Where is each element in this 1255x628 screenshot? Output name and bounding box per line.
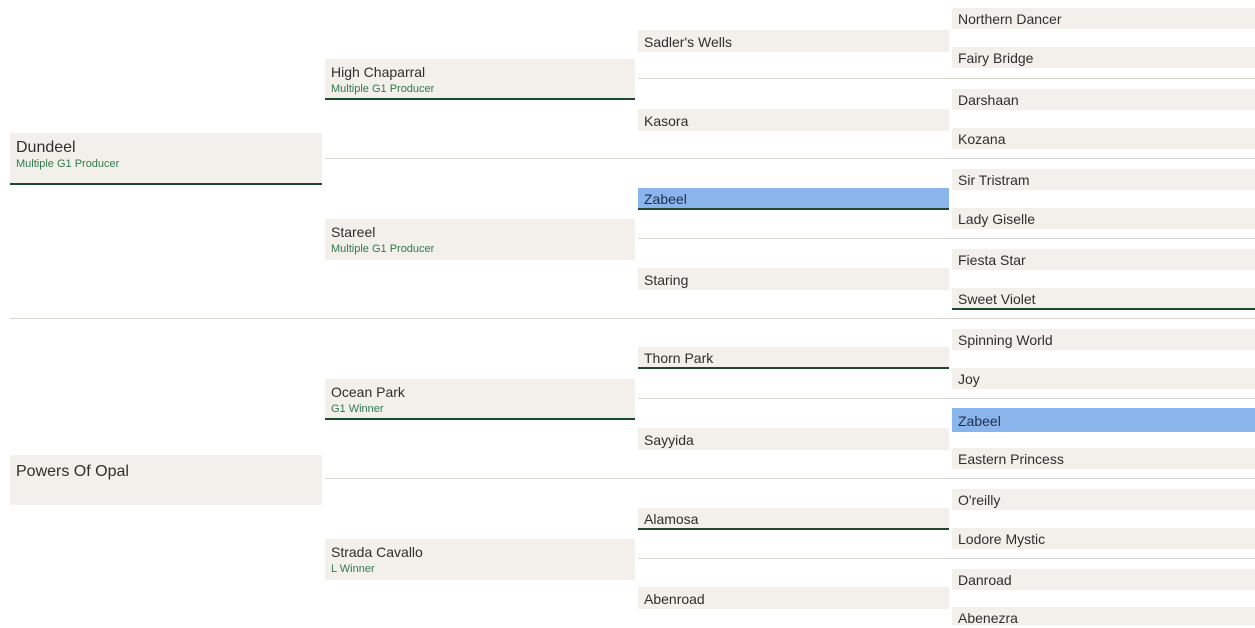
horse-name[interactable]: Sir Tristram xyxy=(958,172,1030,188)
pedigree-gen3-1[interactable]: Sadler's Wells xyxy=(638,30,949,52)
pedigree-sire[interactable]: Dundeel Multiple G1 Producer xyxy=(10,133,322,185)
pedigree-gen4-7[interactable]: Fiesta Star xyxy=(952,249,1255,270)
pedigree-gen3-8[interactable]: Abenroad xyxy=(638,587,949,609)
pedigree-gen4-11[interactable]: Zabeel xyxy=(952,408,1255,432)
horse-name[interactable]: Sweet Violet xyxy=(958,291,1036,307)
pedigree-gen4-8[interactable]: Sweet Violet xyxy=(952,288,1255,310)
horse-achievement: G1 Winner xyxy=(331,403,384,415)
separator-gen3-4 xyxy=(638,558,1255,559)
horse-name[interactable]: Zabeel xyxy=(644,191,687,207)
pedigree-gen4-2[interactable]: Fairy Bridge xyxy=(952,47,1255,68)
horse-achievement: L Winner xyxy=(331,563,375,575)
pedigree-gen3-2[interactable]: Kasora xyxy=(638,109,949,131)
pedigree-gen4-3[interactable]: Darshaan xyxy=(952,89,1255,110)
separator-gen3-1 xyxy=(638,78,1255,79)
horse-name[interactable]: Fiesta Star xyxy=(958,252,1026,268)
horse-achievement: Multiple G1 Producer xyxy=(331,83,435,95)
horse-name[interactable]: Spinning World xyxy=(958,332,1053,348)
pedigree-sire-dam[interactable]: Stareel Multiple G1 Producer xyxy=(325,219,635,260)
horse-name[interactable]: Ocean Park xyxy=(331,384,405,400)
horse-name[interactable]: Abenezra xyxy=(958,610,1018,626)
horse-achievement: Multiple G1 Producer xyxy=(16,158,120,170)
pedigree-gen4-1[interactable]: Northern Dancer xyxy=(952,8,1255,29)
horse-name[interactable]: Thorn Park xyxy=(644,350,713,366)
pedigree-gen4-12[interactable]: Eastern Princess xyxy=(952,448,1255,469)
horse-name[interactable]: Kozana xyxy=(958,131,1005,147)
separator-sire-dam xyxy=(10,318,1255,319)
pedigree-gen4-6[interactable]: Lady Giselle xyxy=(952,208,1255,229)
pedigree-gen3-4[interactable]: Staring xyxy=(638,268,949,290)
horse-name[interactable]: Staring xyxy=(644,272,688,288)
pedigree-gen4-15[interactable]: Danroad xyxy=(952,569,1255,590)
pedigree-dam[interactable]: Powers Of Opal xyxy=(10,455,322,505)
pedigree-dam-sire[interactable]: Ocean Park G1 Winner xyxy=(325,379,635,420)
pedigree-gen3-7[interactable]: Alamosa xyxy=(638,508,949,530)
pedigree-gen4-14[interactable]: Lodore Mystic xyxy=(952,528,1255,549)
horse-name[interactable]: Dundeel xyxy=(16,139,76,156)
separator-gen3-3 xyxy=(638,398,1255,399)
pedigree-gen4-16[interactable]: Abenezra xyxy=(952,607,1255,626)
horse-name[interactable]: Fairy Bridge xyxy=(958,50,1033,66)
separator-gen3-2 xyxy=(638,238,1255,239)
pedigree-sire-sire[interactable]: High Chaparral Multiple G1 Producer xyxy=(325,59,635,100)
horse-name[interactable]: Alamosa xyxy=(644,511,698,527)
horse-name[interactable]: Stareel xyxy=(331,224,375,240)
horse-name[interactable]: Sayyida xyxy=(644,432,694,448)
horse-achievement: Multiple G1 Producer xyxy=(331,243,435,255)
horse-name[interactable]: Joy xyxy=(958,371,980,387)
horse-name[interactable]: Powers Of Opal xyxy=(16,463,129,480)
horse-name[interactable]: Sadler's Wells xyxy=(644,34,732,50)
pedigree-dam-dam[interactable]: Strada Cavallo L Winner xyxy=(325,539,635,580)
horse-name[interactable]: Darshaan xyxy=(958,92,1019,108)
horse-name[interactable]: O'reilly xyxy=(958,492,1000,508)
pedigree-gen4-10[interactable]: Joy xyxy=(952,368,1255,389)
horse-name[interactable]: High Chaparral xyxy=(331,64,425,80)
pedigree-gen4-4[interactable]: Kozana xyxy=(952,128,1255,149)
pedigree-gen3-5[interactable]: Thorn Park xyxy=(638,347,949,369)
horse-name[interactable]: Strada Cavallo xyxy=(331,544,423,560)
pedigree-gen4-9[interactable]: Spinning World xyxy=(952,329,1255,350)
pedigree-gen4-5[interactable]: Sir Tristram xyxy=(952,169,1255,190)
horse-name[interactable]: Lady Giselle xyxy=(958,211,1035,227)
pedigree-page: { "pedigree": { "sire": { "name": "Dunde… xyxy=(0,0,1255,626)
horse-name[interactable]: Lodore Mystic xyxy=(958,531,1045,547)
horse-name[interactable]: Northern Dancer xyxy=(958,11,1062,27)
horse-name[interactable]: Eastern Princess xyxy=(958,451,1064,467)
horse-name[interactable]: Danroad xyxy=(958,572,1012,588)
pedigree-gen3-6[interactable]: Sayyida xyxy=(638,428,949,450)
pedigree-gen4-13[interactable]: O'reilly xyxy=(952,489,1255,510)
separator-gen2-bottom xyxy=(325,478,1255,479)
horse-name[interactable]: Kasora xyxy=(644,113,688,129)
separator-gen2-top xyxy=(325,158,1255,159)
pedigree-gen3-3[interactable]: Zabeel xyxy=(638,188,949,210)
horse-name[interactable]: Zabeel xyxy=(958,413,1001,429)
horse-name[interactable]: Abenroad xyxy=(644,591,705,607)
